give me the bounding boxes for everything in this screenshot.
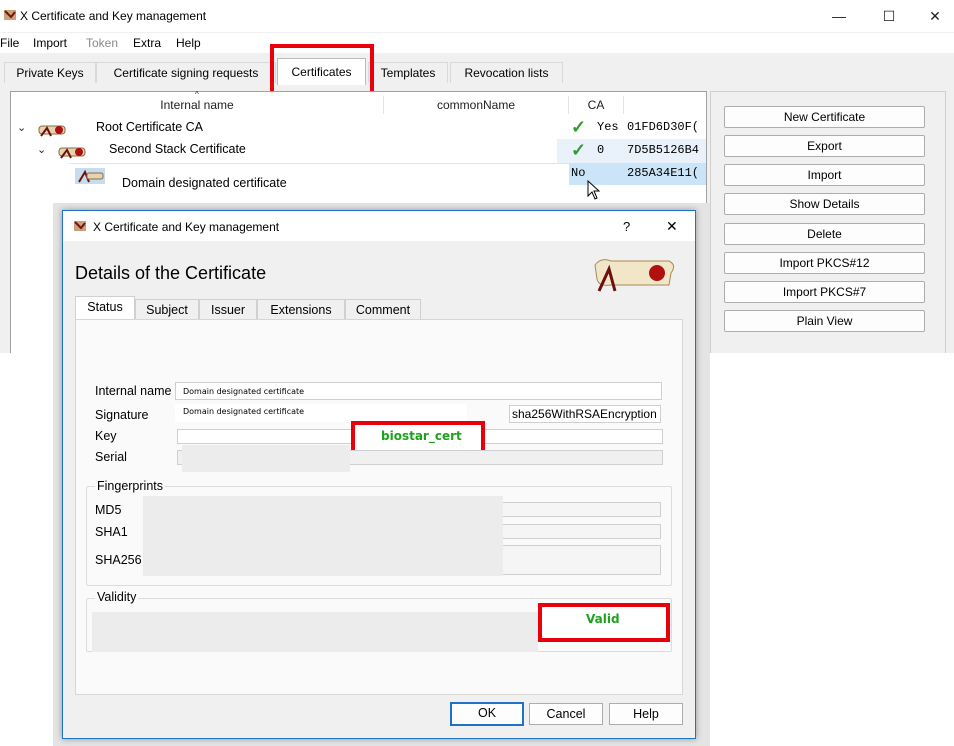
tab-csr[interactable]: Certificate signing requests — [96, 62, 276, 83]
import-pkcs12-button[interactable]: Import PKCS#12 — [724, 252, 925, 274]
ok-button[interactable]: OK — [450, 702, 524, 726]
tab-status[interactable]: Status — [75, 296, 135, 320]
serial-label: Serial — [95, 450, 127, 464]
plain-view-button[interactable]: Plain View — [724, 310, 925, 332]
menu-bar: File Import Token Extra Help — [0, 33, 954, 53]
column-common-name[interactable]: commonName — [384, 96, 569, 114]
dialog-heading: Details of the Certificate — [75, 263, 267, 283]
serial-value: 01FD6D30F( — [627, 120, 700, 134]
check-icon: ✓ — [571, 140, 587, 160]
certificate-icon — [38, 125, 66, 137]
title-bar: X Certificate and Key management — ☐ ✕ — [0, 0, 954, 32]
show-details-button[interactable]: Show Details — [724, 193, 925, 215]
certificate-details-dialog: X Certificate and Key management ? ✕ Det… — [62, 210, 696, 739]
validity-label: Validity — [95, 590, 139, 604]
app-icon — [74, 221, 86, 231]
import-button[interactable]: Import — [724, 164, 925, 186]
redacted-serial — [182, 445, 350, 472]
ca-value: No — [571, 166, 586, 180]
tab-private-keys[interactable]: Private Keys — [4, 62, 96, 83]
redacted-validity — [92, 612, 538, 652]
signature-issuer-value: Domain designated certificate — [183, 407, 305, 416]
delete-button[interactable]: Delete — [724, 223, 925, 245]
close-icon[interactable]: ✕ — [666, 218, 678, 235]
background-area — [0, 353, 53, 746]
menu-extra[interactable]: Extra — [133, 36, 161, 50]
serial-value: 285A34E11( — [627, 166, 700, 180]
tree-row-label[interactable]: Domain designated certificate — [122, 176, 287, 190]
sha256-label: SHA256 — [95, 553, 142, 567]
md5-label: MD5 — [95, 503, 122, 517]
mouse-cursor-icon — [587, 180, 601, 200]
tab-templates[interactable]: Templates — [368, 62, 448, 83]
dialog-title: X Certificate and Key management — [93, 220, 280, 234]
app-icon — [4, 10, 16, 20]
certificate-seal-logo — [594, 259, 675, 292]
key-label: Key — [95, 429, 117, 443]
validity-status-value: Valid — [586, 612, 620, 626]
help-icon[interactable]: ? — [623, 219, 630, 234]
check-icon: ✓ — [571, 117, 587, 137]
minimize-button[interactable]: — — [816, 0, 862, 32]
ca-value: Yes — [597, 120, 619, 134]
column-ca[interactable]: CA — [569, 96, 624, 114]
signature-algorithm-value: sha256WithRSAEncryption — [512, 407, 657, 421]
internal-name-label: Internal name — [95, 384, 172, 398]
help-button[interactable]: Help — [609, 703, 683, 725]
dialog-title-bar: X Certificate and Key management ? ✕ — [63, 211, 695, 241]
internal-name-value: Domain designated certificate — [183, 387, 305, 396]
maximize-button[interactable]: ☐ — [866, 0, 912, 32]
tree-row-label[interactable]: Root Certificate CA — [96, 120, 203, 134]
tab-comment[interactable]: Comment — [345, 299, 421, 320]
expand-chevron-icon[interactable]: ⌄ — [17, 121, 26, 134]
column-internal-name[interactable]: Internal name — [11, 96, 384, 114]
import-pkcs7-button[interactable]: Import PKCS#7 — [724, 281, 925, 303]
menu-token[interactable]: Token — [86, 36, 118, 50]
sha256-field[interactable] — [502, 545, 661, 575]
serial-value: 7D5B5126B4 — [627, 143, 700, 157]
certificate-icon — [75, 168, 105, 184]
expand-chevron-icon[interactable]: ⌄ — [37, 143, 46, 156]
highlight-certificates-tab — [270, 44, 374, 96]
new-certificate-button[interactable]: New Certificate — [724, 106, 925, 128]
redacted-fingerprints — [143, 496, 503, 576]
menu-help[interactable]: Help — [176, 36, 201, 50]
tab-revocation-lists[interactable]: Revocation lists — [450, 62, 563, 83]
ca-value: 0 — [597, 143, 605, 157]
sha1-label: SHA1 — [95, 525, 128, 539]
tab-subject[interactable]: Subject — [135, 299, 199, 320]
sha1-field[interactable] — [502, 524, 661, 539]
certificate-icon — [58, 147, 86, 159]
signature-label: Signature — [95, 408, 149, 422]
tab-extensions[interactable]: Extensions — [257, 299, 345, 320]
menu-file[interactable]: File — [0, 36, 19, 50]
fingerprints-label: Fingerprints — [95, 479, 165, 493]
cancel-button[interactable]: Cancel — [529, 703, 603, 725]
menu-import[interactable]: Import — [33, 36, 67, 50]
window-title: X Certificate and Key management — [20, 9, 207, 23]
tree-row-label[interactable]: Second Stack Certificate — [109, 142, 246, 156]
key-value: biostar_cert — [381, 429, 462, 443]
export-button[interactable]: Export — [724, 135, 925, 157]
tab-issuer[interactable]: Issuer — [199, 299, 257, 320]
close-button[interactable]: ✕ — [912, 0, 954, 32]
md5-field[interactable] — [502, 502, 661, 517]
